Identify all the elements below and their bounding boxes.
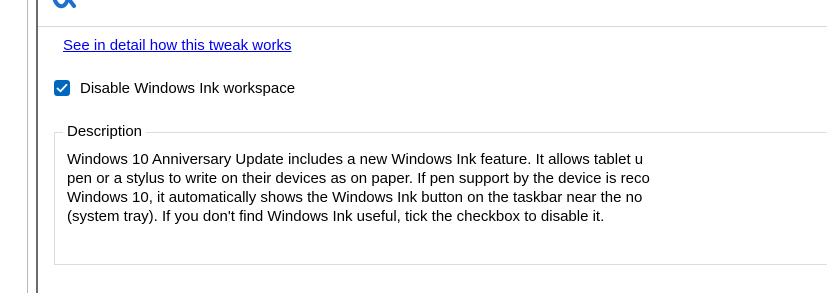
description-line: Windows 10 Anniversary Update includes a… (67, 151, 644, 168)
description-line: (system tray). If you don't find Windows… (67, 208, 605, 225)
checkbox-checked[interactable] (54, 80, 70, 96)
description-text: Windows 10 Anniversary Update includes a… (67, 150, 827, 226)
checkbox-label: Disable Windows Ink workspace (80, 79, 296, 97)
disable-windows-ink-checkbox[interactable]: Disable Windows Ink workspace (54, 78, 295, 98)
left-divider-light (27, 0, 28, 293)
tweak-detail-link[interactable]: See in detail how this tweak works (63, 37, 291, 54)
left-gutter (0, 0, 30, 293)
tweaker-logo-icon (52, 0, 76, 9)
tweak-details-panel: See in detail how this tweak works Disab… (38, 0, 827, 293)
description-line: Windows 10, it automatically shows the W… (67, 189, 643, 206)
header-strip (38, 0, 827, 27)
checkmark-icon (56, 83, 68, 93)
description-groupbox: Description Windows 10 Anniversary Updat… (54, 123, 827, 265)
description-line: pen or a stylus to write on their device… (67, 170, 650, 187)
description-title: Description (63, 123, 147, 140)
